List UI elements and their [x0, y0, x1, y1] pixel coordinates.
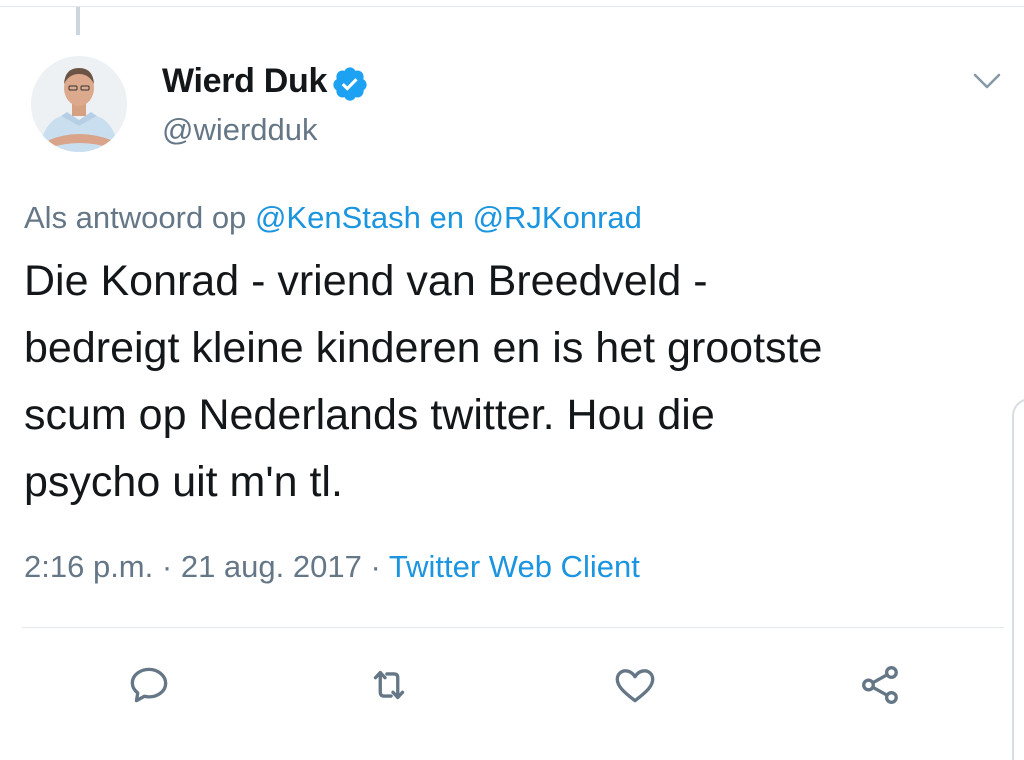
avatar-image: [31, 56, 127, 152]
share-button[interactable]: [856, 660, 906, 710]
avatar[interactable]: [31, 56, 127, 152]
retweet-button[interactable]: [364, 660, 414, 710]
tweet-text-line: scum op Nederlands twitter. Hou die: [24, 391, 715, 439]
top-border: [0, 0, 1024, 7]
meta-separator: ·: [370, 549, 381, 584]
reply-context-prefix: Als antwoord op: [24, 200, 247, 235]
like-icon: [615, 669, 655, 703]
reply-icon: [130, 667, 168, 703]
meta-separator: ·: [161, 549, 173, 584]
tweet-text-line: psycho uit m'n tl.: [24, 458, 343, 506]
tweet-source-link[interactable]: Twitter Web Client: [389, 549, 640, 584]
thread-connector-line: [76, 7, 80, 35]
tweet-metadata: 2:16 p.m. · 21 aug. 2017 · Twitter Web C…: [24, 549, 640, 585]
divider: [22, 627, 1004, 628]
tweet-text-line: Die Konrad - vriend van Breedveld -: [24, 257, 708, 305]
verified-badge-icon: [331, 65, 369, 103]
like-button[interactable]: [610, 660, 660, 710]
chevron-down-icon[interactable]: [968, 64, 1006, 98]
mention-link-rjkonrad[interactable]: @RJKonrad: [473, 200, 642, 235]
retweet-icon: [373, 670, 405, 700]
author-display-name[interactable]: Wierd Duk: [162, 62, 327, 101]
reply-button[interactable]: [124, 660, 174, 710]
reply-context: Als antwoord op @KenStash en @RJKonrad: [24, 200, 642, 236]
tweet-text-line: bedreigt kleine kinderen en is het groot…: [24, 324, 823, 372]
author-handle[interactable]: @wierdduk: [162, 112, 318, 148]
reply-context-joiner: en: [429, 200, 464, 235]
tweet-date[interactable]: 21 aug. 2017: [181, 549, 362, 584]
mention-link-kenstash[interactable]: @KenStash: [255, 200, 421, 235]
tweet-text: Die Konrad - vriend van Breedveld - bedr…: [24, 248, 1009, 516]
tweet-time[interactable]: 2:16 p.m.: [24, 549, 153, 584]
scrollbar-edge: [1012, 398, 1024, 760]
share-icon: [862, 666, 898, 704]
